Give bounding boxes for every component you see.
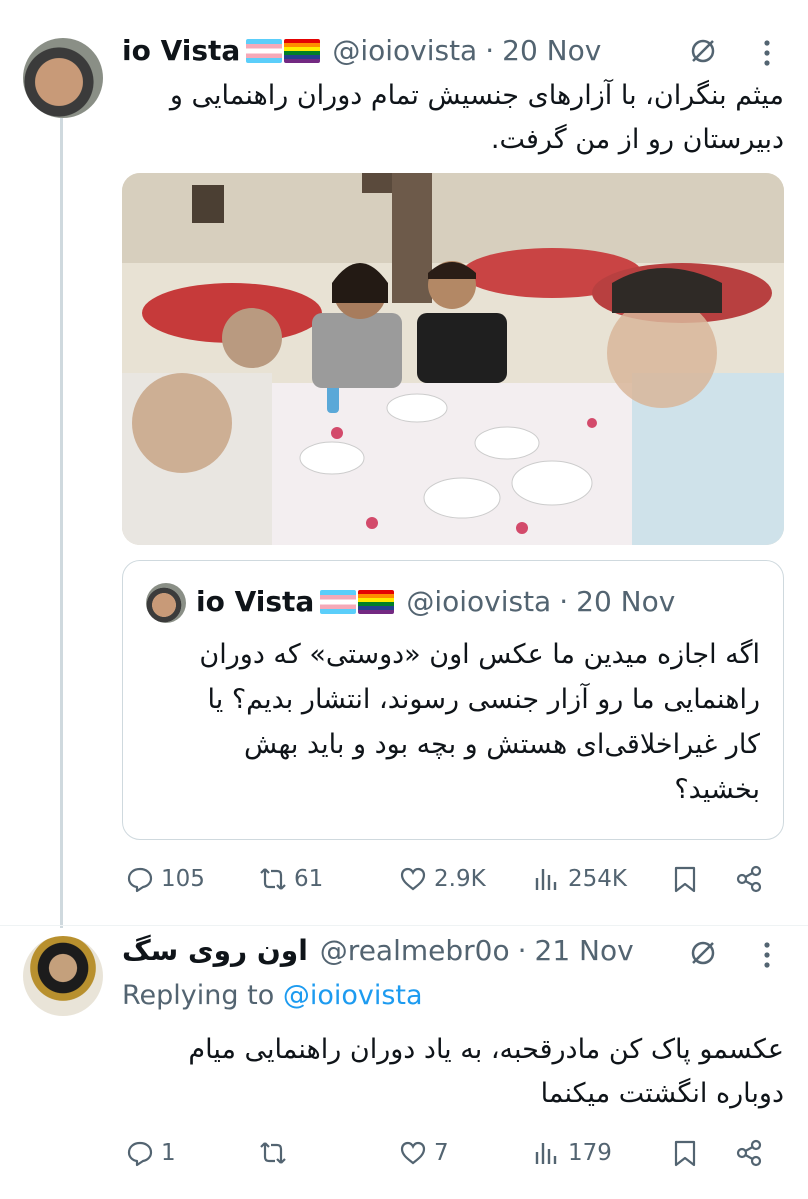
reply-icon <box>127 1141 153 1167</box>
bookmark-button[interactable] <box>670 864 700 894</box>
more-icon[interactable] <box>760 38 774 68</box>
reply-handle[interactable]: @realmebr0o <box>320 934 510 967</box>
reply-text: عکسمو پاک کن مادرقحبه، به یاد دوران راهن… <box>122 1028 784 1116</box>
share-icon <box>736 865 762 893</box>
like-button[interactable]: 2.9K <box>398 864 486 894</box>
reply-avatar[interactable] <box>23 936 103 1016</box>
views-icon <box>535 869 557 890</box>
reply-icon <box>127 867 153 893</box>
views-count: 254K <box>568 866 627 892</box>
reply-header: اون روی سگ @realmebr0o · 21 Nov <box>122 934 634 967</box>
retweet-button[interactable]: 61 <box>258 864 323 894</box>
tweet-text: میثم بنگران، با آزارهای جنسیش تمام دوران… <box>122 74 784 162</box>
thread-line <box>60 118 63 928</box>
like-icon <box>400 867 426 891</box>
replying-to-label: Replying to <box>122 980 275 1011</box>
reply-count: 105 <box>161 866 205 892</box>
display-name[interactable]: io Vista <box>122 34 240 67</box>
quoted-header: io Vista @ioiovista · 20 Nov <box>196 585 675 618</box>
quoted-text-line: راهنمایی ما رو آزار جنسی رسوند، انتشار ب… <box>207 684 761 715</box>
rainbow-flag-icon <box>284 38 321 63</box>
retweet-button[interactable] <box>258 1138 294 1168</box>
separator: · <box>517 934 527 967</box>
retweet-icon <box>260 868 286 890</box>
bookmark-icon <box>674 1140 696 1167</box>
separator: · <box>485 34 495 67</box>
like-count: 2.9K <box>434 866 486 892</box>
retweet-count: 61 <box>294 866 324 892</box>
reply-button[interactable]: 1 <box>125 1138 176 1168</box>
quoted-handle: @ioiovista <box>406 585 552 618</box>
like-icon <box>400 1141 426 1165</box>
reply-display-name[interactable]: اون روی سگ <box>122 934 308 967</box>
separator: · <box>559 585 569 618</box>
grok-icon[interactable] <box>688 36 718 66</box>
quoted-text-line: کار غیراخلاقی‌ای هستش و بچه بود و باید ب… <box>244 729 760 760</box>
share-button[interactable] <box>734 864 764 894</box>
like-button[interactable]: 7 <box>398 1138 449 1168</box>
quoted-date: 20 Nov <box>576 585 676 618</box>
more-icon[interactable] <box>760 940 774 970</box>
reply-text-line: دوباره انگشتت میکنما <box>540 1078 784 1109</box>
tweet-text-line: دبیرستان رو از من گرفت. <box>490 124 784 155</box>
tweet-photo[interactable] <box>122 173 784 545</box>
rainbow-flag-icon <box>358 589 395 614</box>
user-handle[interactable]: @ioiovista <box>332 34 477 67</box>
share-button[interactable] <box>734 1138 764 1168</box>
reply-button[interactable]: 105 <box>125 864 205 894</box>
tweet-text-line: میثم بنگران، با آزارهای جنسیش تمام دوران… <box>169 80 784 111</box>
quoted-text: اگه اجازه میدین ما عکس اون «دوستی» که دو… <box>150 632 760 812</box>
retweet-icon <box>260 1142 286 1164</box>
views-count: 179 <box>568 1140 612 1166</box>
like-count: 7 <box>434 1140 449 1166</box>
views-button[interactable]: 179 <box>532 1138 612 1168</box>
reply-text-line: عکسمو پاک کن مادرقحبه، به یاد دوران راهن… <box>188 1034 784 1065</box>
bookmark-button[interactable] <box>670 1138 700 1168</box>
reply-date[interactable]: 21 Nov <box>535 934 634 967</box>
replying-to: Replying to @ioiovista <box>122 980 423 1011</box>
quoted-avatar <box>146 583 186 623</box>
bookmark-icon <box>674 866 696 893</box>
quoted-text-line: بخشید؟ <box>674 774 760 805</box>
views-icon <box>535 1143 557 1164</box>
trans-flag-icon <box>246 38 283 63</box>
divider <box>0 925 808 926</box>
replying-to-link[interactable]: @ioiovista <box>283 980 423 1011</box>
reply-count: 1 <box>161 1140 176 1166</box>
avatar[interactable] <box>23 38 103 118</box>
quoted-text-line: اگه اجازه میدین ما عکس اون «دوستی» که دو… <box>199 639 760 670</box>
tweet-header: io Vista @ioiovista · 20 Nov <box>122 34 601 67</box>
share-icon <box>736 1139 762 1167</box>
views-button[interactable]: 254K <box>532 864 627 894</box>
trans-flag-icon <box>320 589 357 614</box>
tweet-date[interactable]: 20 Nov <box>502 34 601 67</box>
quoted-display-name: io Vista <box>196 585 315 618</box>
grok-icon[interactable] <box>688 938 718 968</box>
